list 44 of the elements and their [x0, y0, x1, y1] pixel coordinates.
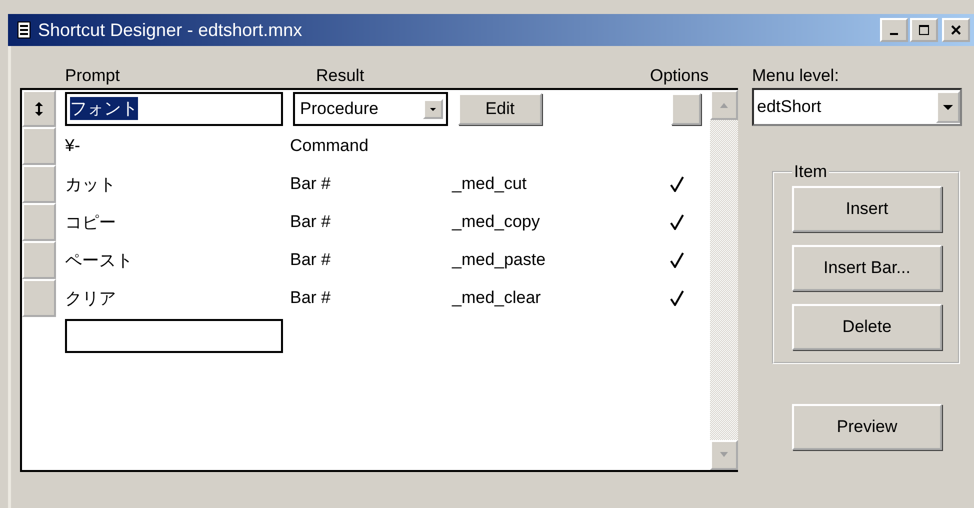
group-title: Item	[793, 162, 828, 182]
table-cell-text: Command	[290, 136, 370, 156]
table-cell-text: ¥-	[65, 136, 82, 156]
up-arrow-icon	[718, 101, 730, 109]
preview-button[interactable]: Preview	[792, 404, 942, 450]
table-cell-text: コピー	[65, 212, 117, 234]
table-cell-text: _med_clear	[452, 288, 542, 308]
column-header: Options	[650, 66, 709, 86]
table-cell-text: クリア	[65, 288, 117, 310]
edit-button[interactable]: Edit	[458, 92, 542, 124]
column-header: Prompt	[65, 66, 120, 86]
table-cell-text: カット	[65, 174, 117, 196]
group-button[interactable]: Insert	[792, 186, 942, 232]
table-cell-text: _med_paste	[452, 250, 547, 270]
window-title: Shortcut Designer - edtshort.mnx	[38, 20, 304, 40]
row-selector[interactable]	[22, 90, 56, 127]
table-cell-text: _med_copy	[452, 212, 541, 232]
table-cell-text: ペースト	[65, 250, 134, 272]
options-button[interactable]	[671, 92, 701, 124]
maximize-icon	[919, 25, 929, 35]
group-button[interactable]: Delete	[792, 304, 942, 350]
new-prompt-field[interactable]	[65, 319, 283, 353]
column-header: Result	[316, 66, 364, 86]
app-icon	[16, 21, 32, 39]
prompt-field[interactable]: フォント	[65, 92, 283, 126]
scroll-up-button[interactable]	[710, 90, 738, 120]
table-cell-text: Bar #	[290, 250, 332, 270]
table-cell-text: Bar #	[290, 174, 332, 194]
close-button[interactable]	[942, 18, 970, 42]
table-cell-text: Bar #	[290, 288, 332, 308]
down-arrow-icon	[718, 451, 730, 459]
menu-level-label: Menu level:	[752, 66, 840, 87]
maximize-button[interactable]	[910, 18, 938, 42]
table-cell-text: Bar #	[290, 212, 332, 232]
minimize-icon	[890, 33, 898, 35]
result-dropdown[interactable]: Procedure	[293, 92, 448, 126]
minimize-button[interactable]	[880, 18, 908, 42]
scrollbar[interactable]	[710, 90, 738, 470]
menu-level-dropdown[interactable]: edtShort	[752, 88, 962, 126]
table-cell-text: _med_cut	[452, 174, 528, 194]
scroll-down-button[interactable]	[710, 440, 738, 470]
close-icon	[951, 25, 961, 35]
group-button[interactable]: Insert Bar...	[792, 245, 942, 291]
move-icon	[35, 102, 43, 116]
